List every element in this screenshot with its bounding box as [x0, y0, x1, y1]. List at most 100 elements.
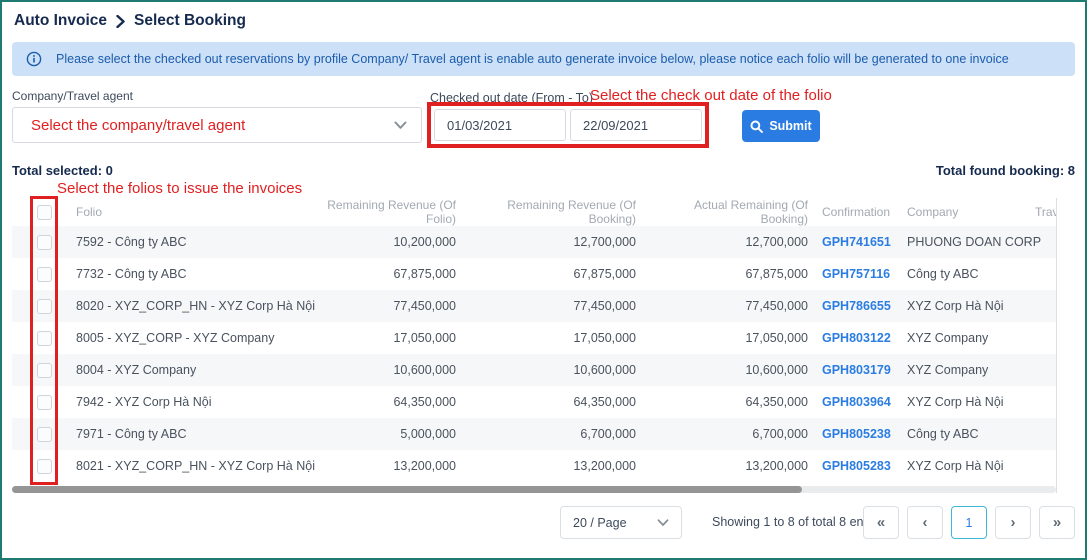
- actual-remaining-cell: 13,200,000: [646, 459, 818, 473]
- folio-cell: 7971 - Công ty ABC: [76, 427, 316, 441]
- breadcrumb-select-booking: Select Booking: [134, 12, 246, 30]
- search-icon: [750, 120, 763, 133]
- actual-remaining-cell: 17,050,000: [646, 331, 818, 345]
- header-remaining-revenue-booking: Remaining Revenue (Of Booking): [466, 198, 646, 226]
- info-banner-text: Please select the checked out reservatio…: [56, 52, 1009, 66]
- actual-remaining-cell: 67,875,000: [646, 267, 818, 281]
- pagination-buttons: « ‹ 1 › »: [863, 506, 1075, 539]
- folio-table: Folio Remaining Revenue (Of Folio) Remai…: [12, 198, 1057, 493]
- table-row: 8004 - XYZ Company 10,600,000 10,600,000…: [12, 354, 1056, 386]
- confirmation-link[interactable]: GPH803964: [822, 395, 891, 409]
- filter-bar: Company/Travel agent Select the company/…: [2, 85, 1085, 157]
- select-all-checkbox[interactable]: [37, 205, 52, 220]
- header-travel-agent: Trave: [1035, 205, 1056, 219]
- confirmation-link[interactable]: GPH803122: [822, 331, 891, 345]
- date-to-input[interactable]: [570, 109, 702, 141]
- actual-remaining-cell: 10,600,000: [646, 363, 818, 377]
- row-checkbox[interactable]: [37, 427, 52, 442]
- auto-invoice-page: { "colors": { "accent_red": "#e01f20", "…: [0, 0, 1087, 560]
- date-from-input[interactable]: [434, 109, 566, 141]
- folio-cell: 8004 - XYZ Company: [76, 363, 316, 377]
- confirmation-link[interactable]: GPH741651: [822, 235, 891, 249]
- company-cell: Công ty ABC: [904, 427, 1035, 441]
- table-horizontal-scrollbar[interactable]: [12, 486, 1056, 493]
- last-page-button[interactable]: »: [1039, 506, 1075, 539]
- current-page-button[interactable]: 1: [951, 506, 987, 539]
- row-checkbox[interactable]: [37, 395, 52, 410]
- company-cell: XYZ Company: [904, 363, 1035, 377]
- remaining-revenue-folio-cell: 13,200,000: [316, 459, 466, 473]
- header-folio: Folio: [76, 205, 316, 219]
- confirmation-link[interactable]: GPH803179: [822, 363, 891, 377]
- info-icon: [26, 51, 42, 67]
- next-page-button[interactable]: ›: [995, 506, 1031, 539]
- actual-remaining-cell: 12,700,000: [646, 235, 818, 249]
- pagination-info: Showing 1 to 8 of total 8 entries: [712, 515, 887, 529]
- company-agent-label: Company/Travel agent: [12, 89, 133, 103]
- table-row: 8021 - XYZ_CORP_HN - XYZ Corp Hà Nội 13,…: [12, 450, 1056, 482]
- first-page-button[interactable]: «: [863, 506, 899, 539]
- table-row: 7732 - Công ty ABC 67,875,000 67,875,000…: [12, 258, 1056, 290]
- info-banner: Please select the checked out reservatio…: [12, 42, 1075, 76]
- company-cell: XYZ Company: [904, 331, 1035, 345]
- company-cell: XYZ Corp Hà Nội: [904, 299, 1035, 313]
- confirmation-link[interactable]: GPH805238: [822, 427, 891, 441]
- table-row: 8005 - XYZ_CORP - XYZ Company 17,050,000…: [12, 322, 1056, 354]
- remaining-revenue-folio-cell: 64,350,000: [316, 395, 466, 409]
- table-row: 8020 - XYZ_CORP_HN - XYZ Corp Hà Nội 77,…: [12, 290, 1056, 322]
- remaining-revenue-booking-cell: 10,600,000: [466, 363, 646, 377]
- folio-cell: 8021 - XYZ_CORP_HN - XYZ Corp Hà Nội: [76, 459, 316, 473]
- folio-cell: 8020 - XYZ_CORP_HN - XYZ Corp Hà Nội: [76, 299, 316, 313]
- remaining-revenue-booking-cell: 67,875,000: [466, 267, 646, 281]
- company-cell: XYZ Corp Hà Nội: [904, 459, 1035, 473]
- row-checkbox[interactable]: [37, 459, 52, 474]
- company-cell: PHUONG DOAN CORP: [904, 235, 1035, 249]
- header-actual-remaining-booking: Actual Remaining (Of Booking): [646, 198, 818, 226]
- company-agent-placeholder: Select the company/travel agent: [31, 117, 245, 134]
- actual-remaining-cell: 6,700,000: [646, 427, 818, 441]
- page-size-select[interactable]: 20 / Page: [560, 506, 682, 539]
- breadcrumb: Auto Invoice Select Booking: [2, 2, 1085, 37]
- scrollbar-thumb[interactable]: [12, 486, 802, 493]
- total-selected: Total selected: 0: [12, 163, 113, 179]
- confirmation-link[interactable]: GPH805283: [822, 459, 891, 473]
- submit-button[interactable]: Submit: [742, 110, 820, 142]
- row-checkbox[interactable]: [37, 267, 52, 282]
- folio-cell: 7592 - Công ty ABC: [76, 235, 316, 249]
- remaining-revenue-folio-cell: 5,000,000: [316, 427, 466, 441]
- folio-table-scroll-area: Folio Remaining Revenue (Of Folio) Remai…: [12, 198, 1056, 482]
- row-checkbox[interactable]: [37, 363, 52, 378]
- row-checkbox[interactable]: [37, 299, 52, 314]
- confirmation-link[interactable]: GPH757116: [822, 267, 890, 281]
- table-row: 7942 - XYZ Corp Hà Nội 64,350,000 64,350…: [12, 386, 1056, 418]
- actual-remaining-cell: 64,350,000: [646, 395, 818, 409]
- confirmation-link[interactable]: GPH786655: [822, 299, 891, 313]
- remaining-revenue-booking-cell: 17,050,000: [466, 331, 646, 345]
- actual-remaining-cell: 77,450,000: [646, 299, 818, 313]
- date-annotation-note: Select the check out date of the folio: [590, 87, 832, 104]
- pagination: 20 / Page Showing 1 to 8 of total 8 entr…: [12, 506, 1075, 540]
- row-checkbox[interactable]: [37, 235, 52, 250]
- table-header-row: Folio Remaining Revenue (Of Folio) Remai…: [12, 198, 1056, 226]
- remaining-revenue-folio-cell: 77,450,000: [316, 299, 466, 313]
- prev-page-button[interactable]: ‹: [907, 506, 943, 539]
- breadcrumb-auto-invoice[interactable]: Auto Invoice: [14, 12, 107, 30]
- remaining-revenue-folio-cell: 17,050,000: [316, 331, 466, 345]
- header-confirmation: Confirmation: [818, 205, 904, 219]
- company-cell: Công ty ABC: [904, 267, 1035, 281]
- chevron-right-icon: [116, 15, 125, 28]
- row-checkbox[interactable]: [37, 331, 52, 346]
- remaining-revenue-booking-cell: 13,200,000: [466, 459, 646, 473]
- remaining-revenue-booking-cell: 77,450,000: [466, 299, 646, 313]
- total-found-booking: Total found booking: 8: [936, 163, 1075, 179]
- remaining-revenue-folio-cell: 10,600,000: [316, 363, 466, 377]
- page-size-value: 20 / Page: [573, 516, 627, 530]
- folio-cell: 7732 - Công ty ABC: [76, 267, 316, 281]
- table-row: 7971 - Công ty ABC 5,000,000 6,700,000 6…: [12, 418, 1056, 450]
- company-agent-select[interactable]: Select the company/travel agent: [12, 107, 422, 143]
- submit-button-label: Submit: [769, 119, 811, 133]
- table-row: 7592 - Công ty ABC 10,200,000 12,700,000…: [12, 226, 1056, 258]
- company-cell: XYZ Corp Hà Nội: [904, 395, 1035, 409]
- summary-row: Total selected: 0 Total found booking: 8: [12, 163, 1075, 179]
- folio-annotation-note: Select the folios to issue the invoices: [57, 180, 1085, 198]
